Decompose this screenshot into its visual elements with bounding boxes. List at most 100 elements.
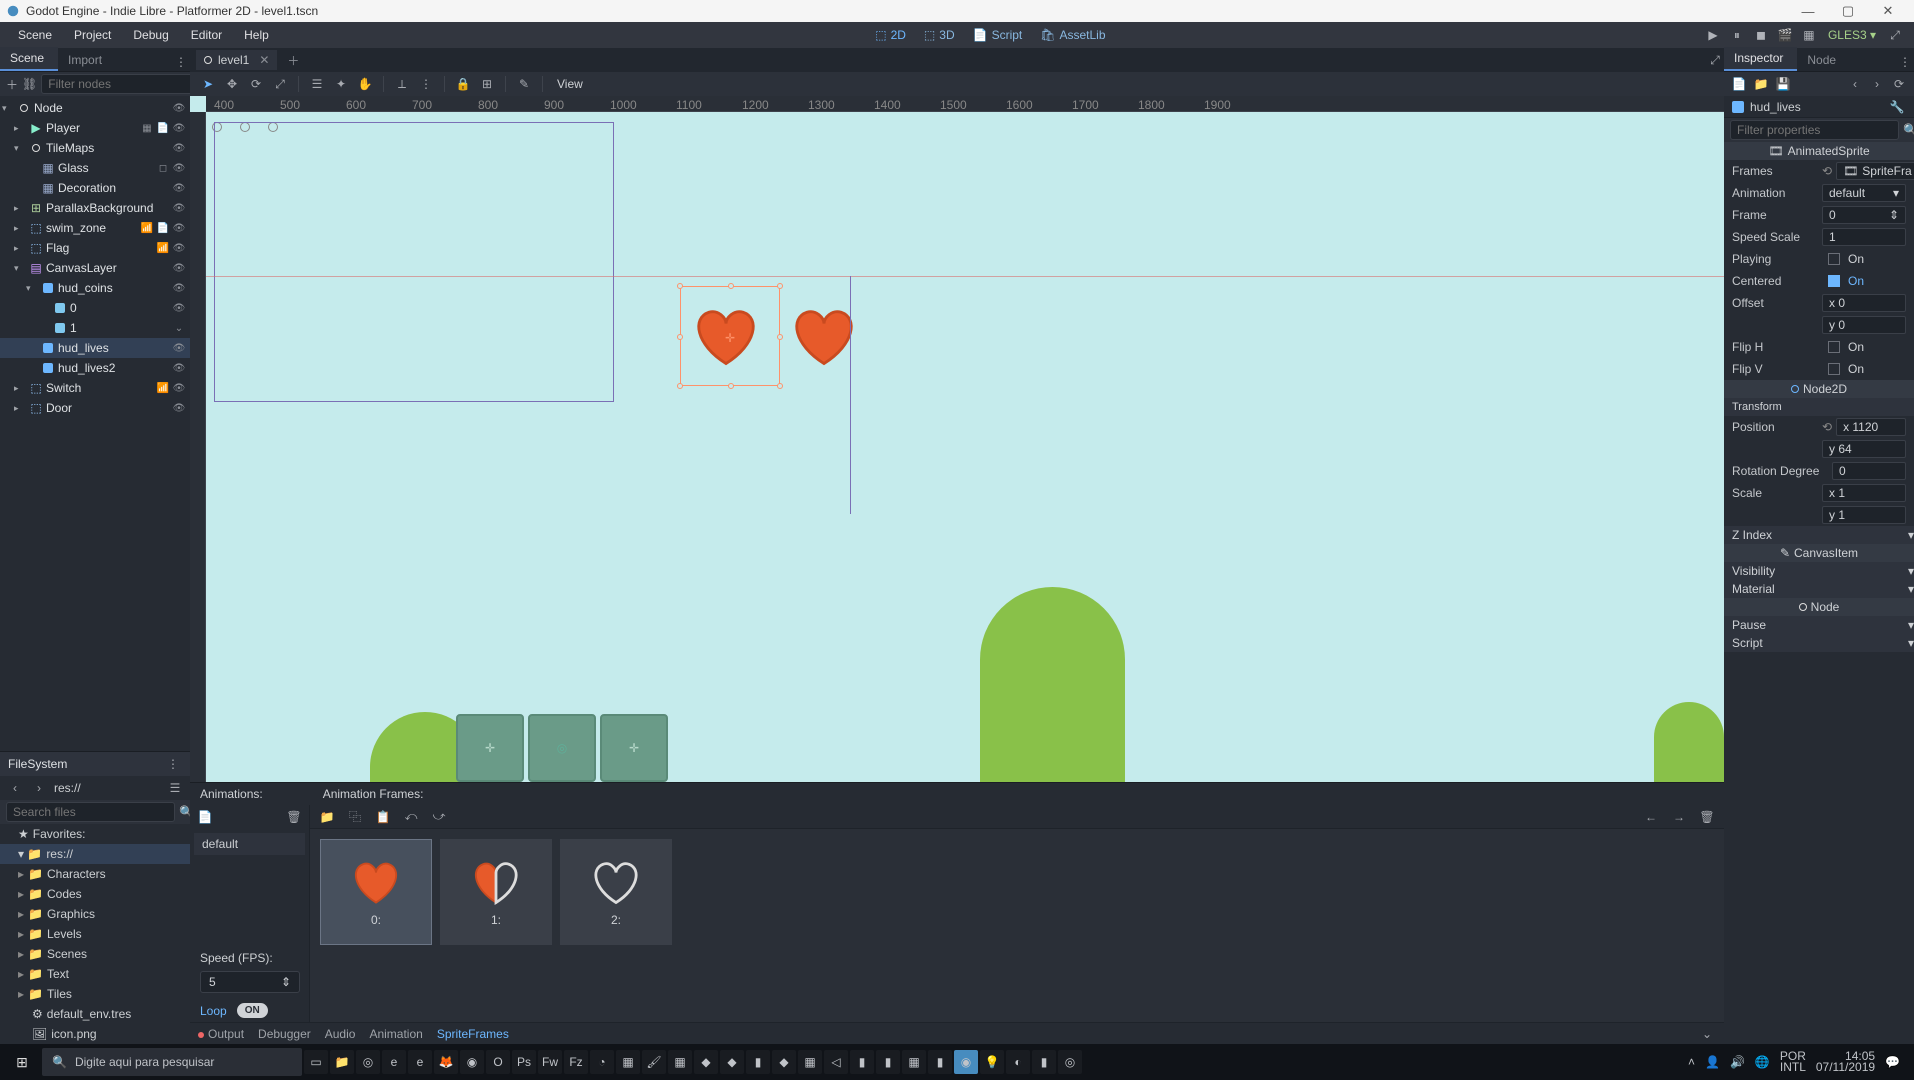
mode-script-button[interactable]: 📄 Script [965, 25, 1031, 45]
fs-fwd-button[interactable]: › [30, 779, 48, 797]
prop-fliph-checkbox[interactable]: On [1822, 339, 1906, 355]
app-tips[interactable]: 💡 [980, 1050, 1004, 1074]
select-tool[interactable]: ➤ [198, 77, 218, 91]
menu-help[interactable]: Help [234, 24, 279, 46]
app-gm[interactable]: ◆ [720, 1050, 744, 1074]
tree-node-hud_lives[interactable]: hud_lives👁 [0, 338, 190, 358]
class-header-node[interactable]: Node [1724, 598, 1914, 616]
bottom-tab-animation[interactable]: Animation [369, 1027, 422, 1041]
fs-folder-text[interactable]: ▸ 📁 Text [0, 964, 190, 984]
minimize-button[interactable]: — [1788, 4, 1828, 19]
ruler-tool[interactable]: ⟂ [392, 77, 412, 92]
menu-scene[interactable]: Scene [8, 24, 62, 46]
tree-node-canvaslayer[interactable]: ▾▤CanvasLayer👁 [0, 258, 190, 278]
group-button[interactable]: ⊞ [477, 77, 497, 91]
insert-empty-after[interactable]: ⤻ [430, 808, 448, 826]
app-fw[interactable]: Fw [538, 1050, 562, 1074]
app-obs[interactable]: ◎ [1058, 1050, 1082, 1074]
fs-favorites[interactable]: ★Favorites: [0, 824, 190, 844]
tray-volume-icon[interactable]: 🔊 [1730, 1055, 1745, 1069]
snap-options[interactable]: ⋮ [416, 77, 436, 91]
fs-folder-levels[interactable]: ▸ 📁 Levels [0, 924, 190, 944]
scene-filter-input[interactable] [41, 74, 210, 94]
class-header-canvasitem[interactable]: ✎CanvasItem [1724, 544, 1914, 562]
bottom-tab-audio[interactable]: Audio [325, 1027, 356, 1041]
prop-scale-y[interactable]: y 1 [1822, 506, 1906, 524]
tree-node-0[interactable]: 0👁 [0, 298, 190, 318]
add-node-button[interactable]: ＋ [6, 75, 18, 93]
fs-path[interactable]: res:// [54, 781, 160, 795]
lock-button[interactable]: 🔒 [453, 77, 473, 91]
class-header-node2d[interactable]: Node2D [1724, 380, 1914, 398]
frame-card-1[interactable]: 1: [440, 839, 552, 945]
prop-frames-field[interactable]: 🎞 SpriteFra ▾ [1836, 162, 1914, 180]
start-button[interactable]: ⊞ [4, 1054, 40, 1071]
dock-options-icon[interactable]: ⋮ [172, 53, 190, 71]
app-unity[interactable]: ◁ [824, 1050, 848, 1074]
class-header-animatedsprite[interactable]: 🎞AnimatedSprite [1724, 142, 1914, 160]
insert-empty-before[interactable]: ⤺ [402, 808, 420, 826]
insp-new-resource[interactable]: 📄 [1730, 75, 1748, 93]
stop-button[interactable]: ◼ [1750, 28, 1772, 42]
fs-folder-graphics[interactable]: ▸ 📁 Graphics [0, 904, 190, 924]
prop-position-y[interactable]: y 64 [1822, 440, 1906, 458]
task-view-button[interactable]: ▭ [304, 1050, 328, 1074]
section-pause[interactable]: Pause▾ [1724, 616, 1914, 634]
move-frame-right[interactable]: → [1670, 808, 1688, 826]
app-eclipse[interactable]: ◐ [1006, 1050, 1030, 1074]
move-frame-left[interactable]: ← [1642, 808, 1660, 826]
app-notes[interactable]: ▮ [1032, 1050, 1056, 1074]
bone-tool[interactable]: ✎ [514, 77, 534, 91]
app-pix[interactable]: ▦ [668, 1050, 692, 1074]
prop-animation-field[interactable]: default▾ [1822, 184, 1906, 202]
fs-folder-tiles[interactable]: ▸ 📁 Tiles [0, 984, 190, 1004]
app-code[interactable]: ▮ [876, 1050, 900, 1074]
pause-button[interactable]: ⏸ [1726, 28, 1748, 43]
app-godot[interactable]: ◉ [954, 1050, 978, 1074]
prop-offset-y[interactable]: y 0 [1822, 316, 1906, 334]
menu-editor[interactable]: Editor [181, 24, 232, 46]
fs-file-default_env-tres[interactable]: ⚙ default_env.tres [0, 1004, 190, 1024]
section-zindex[interactable]: Z Index▾ [1724, 526, 1914, 544]
prop-offset-x[interactable]: x 0 [1822, 294, 1906, 312]
app-blender[interactable]: ◔ [590, 1050, 614, 1074]
speed-fps-input[interactable]: 5⇕ [200, 971, 300, 993]
frame-card-0[interactable]: 0: [320, 839, 432, 945]
viewport-2d[interactable]: 4005006007008009001000110012001300140015… [190, 96, 1724, 782]
tab-scene[interactable]: Scene [0, 47, 58, 71]
play-scene-button[interactable]: 🎬 [1774, 28, 1796, 42]
tab-node[interactable]: Node [1797, 49, 1850, 71]
prop-playing-checkbox[interactable]: On [1822, 251, 1906, 267]
tray-chevron-icon[interactable]: ˄ [1688, 1055, 1695, 1069]
section-script[interactable]: Script▾ [1724, 634, 1914, 652]
prop-scale-x[interactable]: x 1 [1822, 484, 1906, 502]
tree-node-node[interactable]: ▾Node👁 [0, 98, 190, 118]
tree-node-1[interactable]: 1⌄ [0, 318, 190, 338]
loop-toggle[interactable]: ON [237, 1003, 268, 1018]
bottom-tab-debugger[interactable]: Debugger [258, 1027, 311, 1041]
tree-node-hud_coins[interactable]: ▾hud_coins👁 [0, 278, 190, 298]
app-firefox[interactable]: 🦊 [434, 1050, 458, 1074]
pan-tool[interactable]: ✋ [355, 77, 375, 91]
tree-node-tilemaps[interactable]: ▾TileMaps👁 [0, 138, 190, 158]
play-button[interactable]: ▶ [1702, 28, 1724, 42]
load-frame-button[interactable]: 📁 [318, 808, 336, 826]
inspector-search-icon[interactable]: 🔍 [1903, 121, 1914, 139]
app-win[interactable]: ▦ [798, 1050, 822, 1074]
fs-folder-scenes[interactable]: ▸ 📁 Scenes [0, 944, 190, 964]
tree-node-flag[interactable]: ▸⬚Flag📶👁 [0, 238, 190, 258]
app-ie[interactable]: e [382, 1050, 406, 1074]
app-epic[interactable]: ▮ [928, 1050, 952, 1074]
tray-clock[interactable]: 14:05 07/11/2019 [1816, 1051, 1875, 1073]
tray-kbd[interactable]: INTL [1780, 1062, 1806, 1073]
insp-history-back[interactable]: ‹ [1846, 75, 1864, 93]
app-edge[interactable]: e [408, 1050, 432, 1074]
insp-history-menu[interactable]: ⟳ [1890, 75, 1908, 93]
tray-network-icon[interactable]: 🌐 [1755, 1055, 1770, 1069]
inspector-dock-options[interactable]: ⋮ [1896, 53, 1914, 71]
section-material[interactable]: Material▾ [1724, 580, 1914, 598]
prop-speedscale-field[interactable]: 1 [1822, 228, 1906, 246]
fs-options-icon[interactable]: ⋮ [164, 755, 182, 773]
tree-node-decoration[interactable]: ▦Decoration👁 [0, 178, 190, 198]
fs-back-button[interactable]: ‹ [6, 779, 24, 797]
